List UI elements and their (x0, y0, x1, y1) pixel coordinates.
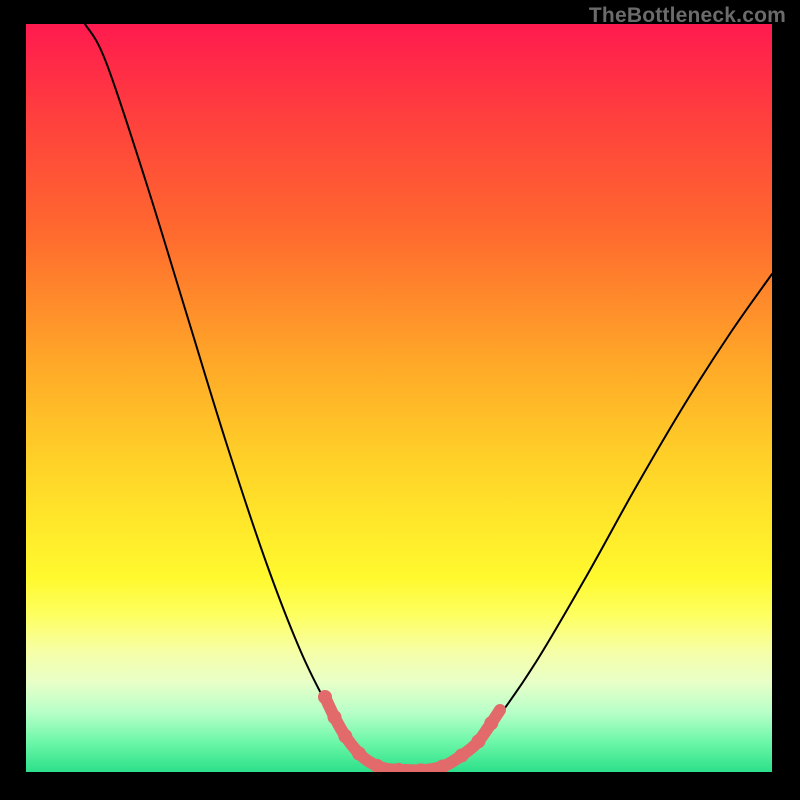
chart-frame (26, 24, 772, 772)
chart-gradient-background (26, 24, 772, 772)
